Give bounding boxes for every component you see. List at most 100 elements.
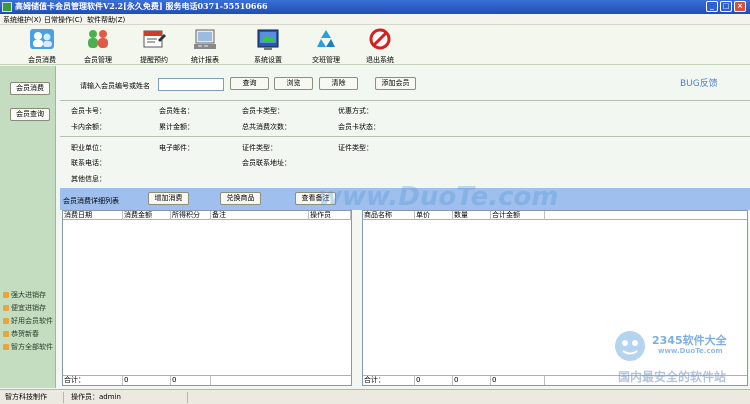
exchange-goods-button[interactable]: 兑换商品 bbox=[220, 192, 261, 205]
shift-recycle-icon bbox=[317, 30, 335, 47]
sidebar-link-member-software[interactable]: 好用会员软件 bbox=[3, 316, 53, 326]
toolbar-settings[interactable]: 系统设置 bbox=[246, 27, 290, 64]
total-count-label: 总共消费次数： bbox=[242, 123, 291, 131]
exit-icon bbox=[369, 28, 391, 50]
search-label: 请输入会员编号或姓名 bbox=[80, 82, 150, 90]
col-remark[interactable]: 备注 bbox=[211, 211, 309, 220]
detail-title: 会员消费详细列表 bbox=[63, 197, 119, 205]
folder-icon bbox=[3, 344, 9, 350]
reminder-icon bbox=[143, 30, 166, 48]
clear-button[interactable]: 清除 bbox=[319, 77, 358, 90]
phone-label: 联系电话： bbox=[71, 159, 106, 167]
toolbar-reminder[interactable]: 提醒预约 bbox=[132, 27, 176, 64]
sidebar-member-consume-button[interactable]: 会员消费 bbox=[10, 82, 50, 95]
menu-daily[interactable]: 日常操作(C) bbox=[44, 15, 82, 25]
footer-total-quantity: 0 bbox=[453, 376, 491, 385]
email-label: 电子邮件： bbox=[159, 144, 194, 152]
sidebar-link-new-year[interactable]: 恭贺新春 bbox=[3, 329, 39, 339]
minimize-button[interactable]: _ bbox=[706, 1, 718, 12]
other-info-label: 其他信息： bbox=[71, 175, 106, 183]
duote-watermark: www.DuoTe.com bbox=[318, 182, 559, 212]
toolbar-member-manage[interactable]: 会员管理 bbox=[76, 27, 120, 64]
status-company: 智方科技制作 bbox=[2, 392, 64, 403]
address-label: 会员联系地址： bbox=[242, 159, 291, 167]
member-manage-icon bbox=[88, 30, 108, 48]
divider bbox=[60, 100, 750, 101]
sidebar-member-query-button[interactable]: 会员查询 bbox=[10, 108, 50, 121]
toolbar-label: 会员管理 bbox=[84, 56, 112, 64]
card-no-label: 会员卡号： bbox=[71, 107, 106, 115]
toolbar-label: 交班管理 bbox=[312, 56, 340, 64]
toolbar-label: 会员消费 bbox=[28, 56, 56, 64]
folder-icon bbox=[3, 318, 9, 324]
folder-icon bbox=[3, 331, 9, 337]
toolbar-label: 系统设置 bbox=[254, 56, 282, 64]
folder-icon bbox=[3, 305, 9, 311]
sidebar-link-inventory[interactable]: 强大进销存 bbox=[3, 290, 46, 300]
settings-icon bbox=[257, 29, 279, 50]
balance-label: 卡内余额： bbox=[71, 123, 106, 131]
name-label: 会员姓名： bbox=[159, 107, 194, 115]
member-search-input[interactable] bbox=[158, 78, 224, 91]
title-bar: 高姆储值卡会员管理软件V2.2[永久免费] 服务电话0371-55510666 … bbox=[0, 0, 750, 14]
footer-total-price: 0 bbox=[415, 376, 453, 385]
footer-total-points: 0 bbox=[171, 376, 211, 385]
col-consume-amount[interactable]: 消费金额 bbox=[123, 211, 171, 220]
toolbar-exit[interactable]: 退出系统 bbox=[358, 27, 402, 64]
toolbar-shift[interactable]: 交班管理 bbox=[304, 27, 348, 64]
card-type-label: 会员卡类型： bbox=[242, 107, 284, 115]
browse-button[interactable]: 浏览 bbox=[274, 77, 313, 90]
toolbar-label: 统计报表 bbox=[191, 56, 219, 64]
col-unit-price[interactable]: 单价 bbox=[415, 211, 453, 220]
query-button[interactable]: 查询 bbox=[230, 77, 269, 90]
sidebar: 会员消费 会员查询 强大进销存 便宜进销存 好用会员软件 恭贺新春 智方全部软件 bbox=[0, 66, 56, 388]
window-title: 高姆储值卡会员管理软件V2.2[永久免费] 服务电话0371-55510666 bbox=[15, 1, 268, 11]
maximize-button[interactable]: □ bbox=[720, 1, 732, 12]
slogan-watermark: 国内最安全的软件站 bbox=[618, 370, 727, 384]
add-member-button[interactable]: 添加会员 bbox=[375, 77, 416, 90]
menu-system[interactable]: 系统维护(X) bbox=[3, 15, 41, 25]
toolbar-report[interactable]: 统计报表 bbox=[183, 27, 227, 64]
goods-table[interactable]: 商品名称 单价 数量 合计金额 合计： 0 0 0 bbox=[362, 210, 748, 386]
menu-help[interactable]: 软件帮助(Z) bbox=[87, 15, 125, 25]
toolbar: 会员消费 会员管理 提醒预约 统计报表 系统设置 交班管理 退出系统 BUG反馈 bbox=[0, 25, 750, 89]
consume-table-header: 消费日期 消费金额 所得积分 备注 操作员 bbox=[63, 211, 351, 220]
add-consume-button[interactable]: 增加消费 bbox=[148, 192, 189, 205]
col-consume-date[interactable]: 消费日期 bbox=[63, 211, 123, 220]
id-type2-label: 证件类型： bbox=[338, 144, 373, 152]
total-amount-label: 累计金额： bbox=[159, 123, 194, 131]
footer-total-label: 合计： bbox=[363, 376, 415, 385]
folder-icon bbox=[3, 292, 9, 298]
close-button[interactable]: × bbox=[734, 1, 746, 12]
col-points[interactable]: 所得积分 bbox=[171, 211, 211, 220]
col-total-amount[interactable]: 合计金额 bbox=[491, 211, 545, 220]
sidebar-link-cheap-inventory[interactable]: 便宜进销存 bbox=[3, 303, 46, 313]
app-icon bbox=[2, 2, 12, 12]
goods-table-header: 商品名称 单价 数量 合计金额 bbox=[363, 211, 747, 220]
card-status-label: 会员卡状态： bbox=[338, 123, 380, 131]
col-operator[interactable]: 操作员 bbox=[309, 211, 351, 220]
col-goods-name[interactable]: 商品名称 bbox=[363, 211, 415, 220]
report-icon bbox=[194, 29, 216, 49]
consume-table-footer: 合计： 0 0 bbox=[63, 375, 351, 385]
company-label: 职业单位： bbox=[71, 144, 106, 152]
brand-url-watermark: www.DuoTe.com bbox=[658, 347, 723, 355]
footer-total-label: 合计： bbox=[63, 376, 123, 385]
divider bbox=[60, 136, 750, 137]
mascot-icon bbox=[615, 331, 645, 361]
discount-label: 优惠方式： bbox=[338, 107, 373, 115]
users-icon bbox=[30, 29, 54, 49]
menu-bar: 系统维护(X) 日常操作(C) 软件帮助(Z) bbox=[0, 14, 750, 25]
footer-total-amount: 0 bbox=[491, 376, 545, 385]
brand-watermark: 2345软件大全 bbox=[652, 334, 727, 347]
status-bar: 智方科技制作 操作员：admin bbox=[0, 389, 750, 404]
sidebar-link-all-software[interactable]: 智方全部软件 bbox=[3, 342, 53, 352]
status-operator: 操作员：admin bbox=[68, 392, 188, 403]
col-quantity[interactable]: 数量 bbox=[453, 211, 491, 220]
toolbar-label: 退出系统 bbox=[366, 56, 394, 64]
consume-table[interactable]: 消费日期 消费金额 所得积分 备注 操作员 合计： 0 0 bbox=[62, 210, 352, 386]
id-type-label: 证件类型： bbox=[242, 144, 277, 152]
toolbar-label: 提醒预约 bbox=[140, 56, 168, 64]
toolbar-member-consume[interactable]: 会员消费 bbox=[20, 27, 64, 64]
footer-total-amount: 0 bbox=[123, 376, 171, 385]
